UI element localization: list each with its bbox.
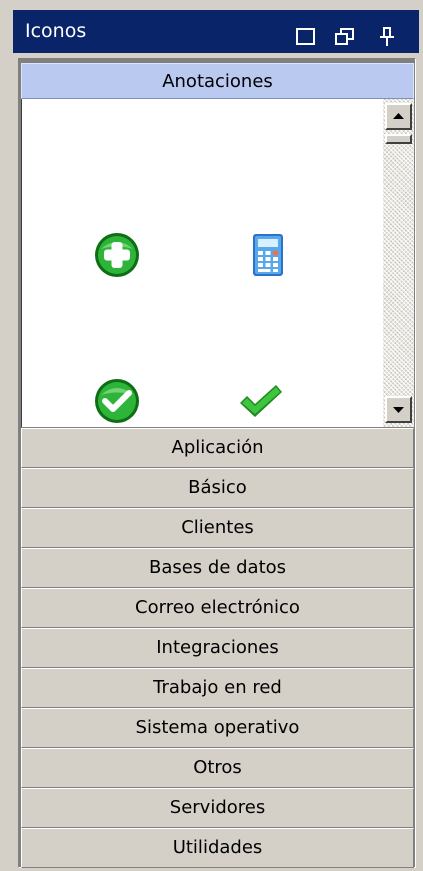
restore-icon[interactable] — [334, 21, 356, 45]
group-clientes[interactable]: Clientes — [21, 508, 414, 548]
check-circle-icon[interactable] — [93, 377, 141, 425]
group-list: Aplicación Básico Clientes Bases de dato… — [21, 428, 414, 868]
group-sistema-operativo[interactable]: Sistema operativo — [21, 708, 414, 748]
maximize-icon[interactable] — [295, 21, 317, 45]
group-otros[interactable]: Otros — [21, 748, 414, 788]
panel-title: Iconos — [25, 20, 87, 42]
group-utilidades[interactable]: Utilidades — [21, 828, 414, 868]
group-integraciones[interactable]: Integraciones — [21, 628, 414, 668]
group-correo-electronico[interactable]: Correo electrónico — [21, 588, 414, 628]
arrow-down-icon — [393, 407, 404, 413]
group-trabajo-en-red[interactable]: Trabajo en red — [21, 668, 414, 708]
icon-list — [21, 99, 414, 427]
pin-icon[interactable] — [376, 21, 398, 46]
scroll-up-button[interactable] — [385, 103, 412, 130]
scroll-down-button[interactable] — [385, 396, 412, 423]
panel-titlebar[interactable]: Iconos — [13, 10, 419, 53]
group-basico[interactable]: Básico — [21, 468, 414, 508]
calculator-icon[interactable] — [244, 231, 292, 279]
group-aplicacion[interactable]: Aplicación — [21, 428, 414, 468]
toolbox: Anotaciones Aplicación Básico Clientes B… — [18, 58, 416, 868]
group-header-anotaciones[interactable]: Anotaciones — [21, 63, 414, 99]
vertical-scrollbar[interactable] — [383, 99, 414, 427]
group-servidores[interactable]: Servidores — [21, 788, 414, 828]
icons-panel: Iconos Anotaciones Aplicación Básico Cli… — [13, 10, 419, 868]
add-icon[interactable] — [93, 231, 141, 279]
group-bases-de-datos[interactable]: Bases de datos — [21, 548, 414, 588]
scroll-thumb[interactable] — [385, 134, 412, 144]
arrow-up-icon — [393, 113, 404, 119]
checkmark-icon[interactable] — [236, 377, 284, 425]
